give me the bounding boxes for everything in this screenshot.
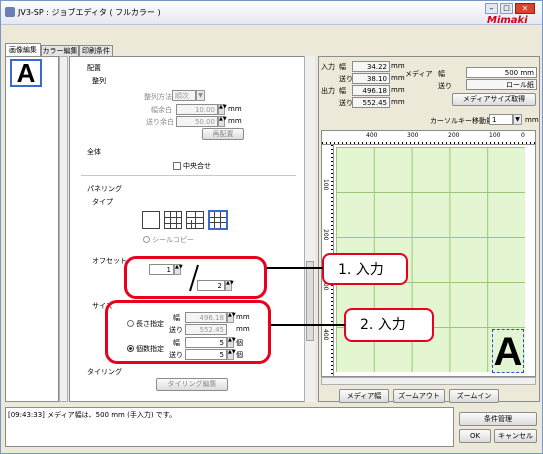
rearrange-button[interactable]: 再配置 bbox=[202, 128, 244, 140]
tiling-label: タイリング bbox=[87, 368, 122, 376]
ruler-top-label: 300 bbox=[407, 132, 419, 139]
callout-connector-2 bbox=[271, 324, 345, 326]
align-method-label: 整列方法 bbox=[144, 93, 172, 101]
output-width-value: 496.18 bbox=[352, 85, 390, 96]
log-message: [09:43:33] メディア幅は、500 mm (手入力) です。 bbox=[8, 411, 177, 419]
input-width-unit: mm bbox=[391, 62, 405, 70]
window-title: JV3-SP : ジョブエディタ ( フルカラー ) bbox=[18, 8, 161, 17]
close-icon[interactable]: ✕ bbox=[515, 3, 535, 14]
ruler-top-label: 200 bbox=[448, 132, 460, 139]
centering-checkbox[interactable] bbox=[173, 162, 181, 170]
tab-color-edit[interactable]: カラー編集 bbox=[41, 45, 79, 56]
paneling-type-label: タイプ bbox=[92, 198, 113, 206]
input-width-label: 幅 bbox=[339, 63, 346, 71]
feed-margin-spinner[interactable]: ▲▼ bbox=[218, 116, 227, 127]
scroll-thumb[interactable] bbox=[306, 261, 314, 341]
paneling-section-label: パネリング bbox=[87, 185, 122, 193]
ruler-left-label: 100 bbox=[322, 179, 329, 191]
title-bar: JV3-SP : ジョブエディタ ( フルカラー ) – □ ✕ Mimaki bbox=[1, 1, 542, 26]
output-feed-label: 送り bbox=[339, 99, 353, 107]
media-width-input[interactable]: 500 mm bbox=[466, 67, 537, 78]
feed-margin-unit: mm bbox=[228, 117, 242, 125]
width-margin-spinner[interactable]: ▲▼ bbox=[218, 104, 227, 115]
feed-margin-label: 送り余白 bbox=[146, 118, 174, 126]
align-method-select[interactable]: 順次 bbox=[172, 90, 196, 101]
input-label: 入力 bbox=[321, 63, 335, 71]
output-width-label: 幅 bbox=[339, 87, 346, 95]
ruler-left-label: 400 bbox=[322, 329, 329, 341]
output-feed-value: 552.45 bbox=[352, 97, 390, 108]
cursor-move-select[interactable]: 1 bbox=[489, 114, 513, 125]
panel-type-none-icon[interactable] bbox=[142, 211, 160, 229]
ok-button[interactable]: OK bbox=[459, 429, 491, 443]
thumbnail-scrollbar[interactable] bbox=[59, 56, 68, 402]
panel-type-offset-icon[interactable] bbox=[186, 211, 204, 229]
offset-label: オフセット bbox=[92, 257, 127, 265]
tab-print-conditions[interactable]: 印刷条件 bbox=[79, 45, 113, 56]
tab-image-edit[interactable]: 画像編集 bbox=[5, 43, 41, 56]
callout-size-highlight bbox=[105, 300, 271, 364]
condition-manage-button[interactable]: 条件管理 bbox=[459, 412, 537, 426]
thumbnail-list: A bbox=[5, 56, 59, 402]
media-feed-label: 送り bbox=[438, 82, 452, 90]
input-width-value: 34.22 bbox=[352, 61, 390, 72]
log-area: [09:43:33] メディア幅は、500 mm (手入力) です。 bbox=[5, 407, 454, 447]
ruler-top-label: 100 bbox=[489, 132, 501, 139]
horizontal-ruler: 400 300 200 100 0 bbox=[322, 131, 535, 145]
media-label: メディア bbox=[405, 70, 433, 78]
get-media-size-button[interactable]: メディアサイズ取得 bbox=[452, 93, 536, 106]
output-width-unit: mm bbox=[391, 86, 405, 94]
ruler-left-label: 200 bbox=[322, 229, 329, 241]
width-margin-label: 幅余白 bbox=[151, 106, 172, 114]
seal-copy-radio[interactable] bbox=[143, 236, 150, 243]
width-margin-input[interactable]: 10.00 bbox=[176, 104, 218, 115]
align-label: 整列 bbox=[92, 77, 106, 85]
media-width-button[interactable]: メディア幅 bbox=[339, 389, 389, 403]
ruler-top-label: 400 bbox=[366, 132, 378, 139]
app-window: JV3-SP : ジョブエディタ ( フルカラー ) – □ ✕ Mimaki … bbox=[0, 0, 543, 454]
panel-type-custom-icon[interactable] bbox=[208, 210, 228, 230]
cursor-move-chevron-icon[interactable]: ▼ bbox=[513, 114, 522, 125]
chevron-down-icon[interactable]: ▼ bbox=[196, 90, 205, 101]
minimize-icon[interactable]: – bbox=[485, 3, 498, 14]
input-feed-unit: mm bbox=[391, 74, 405, 82]
mimaki-logo: Mimaki bbox=[487, 15, 528, 26]
maximize-icon[interactable]: □ bbox=[500, 3, 513, 14]
tiling-edit-button[interactable]: タイリング編集 bbox=[156, 378, 228, 391]
zoom-in-button[interactable]: ズームイン bbox=[449, 389, 499, 403]
thumbnail-item[interactable]: A bbox=[10, 59, 42, 87]
preview-h-scrollbar[interactable] bbox=[321, 377, 536, 385]
preview-image[interactable]: A bbox=[492, 329, 524, 374]
callout-label-1: 1. 入力 bbox=[322, 253, 408, 285]
output-feed-unit: mm bbox=[391, 98, 405, 106]
output-label: 出力 bbox=[321, 87, 335, 95]
cancel-button[interactable]: キャンセル bbox=[494, 429, 537, 443]
panel-type-grid-icon[interactable] bbox=[164, 211, 182, 229]
layout-section-label: 配置 bbox=[87, 64, 101, 72]
feed-margin-input[interactable]: 50.00 bbox=[176, 116, 218, 127]
zoom-out-button[interactable]: ズームアウト bbox=[393, 389, 445, 403]
media-width-label: 幅 bbox=[438, 70, 445, 78]
ruler-top-label: 0 bbox=[521, 132, 525, 139]
callout-offset-highlight bbox=[124, 256, 267, 299]
centering-label: 中央合せ bbox=[183, 162, 211, 170]
width-margin-unit: mm bbox=[228, 105, 242, 113]
seal-copy-label: シールコピー bbox=[152, 236, 194, 244]
whole-label: 全体 bbox=[87, 148, 101, 156]
callout-label-2: 2. 入力 bbox=[344, 308, 434, 342]
section-divider bbox=[81, 175, 296, 176]
media-feed-value: ロール紙 bbox=[466, 79, 537, 90]
input-feed-value: 38.10 bbox=[352, 73, 390, 84]
callout-connector-1 bbox=[267, 267, 323, 269]
cursor-move-unit: mm bbox=[525, 116, 539, 124]
settings-scrollbar[interactable] bbox=[304, 56, 315, 402]
input-feed-label: 送り bbox=[339, 75, 353, 83]
cursor-move-label: カーソルキー移動量 bbox=[430, 117, 493, 125]
app-icon bbox=[5, 7, 15, 17]
